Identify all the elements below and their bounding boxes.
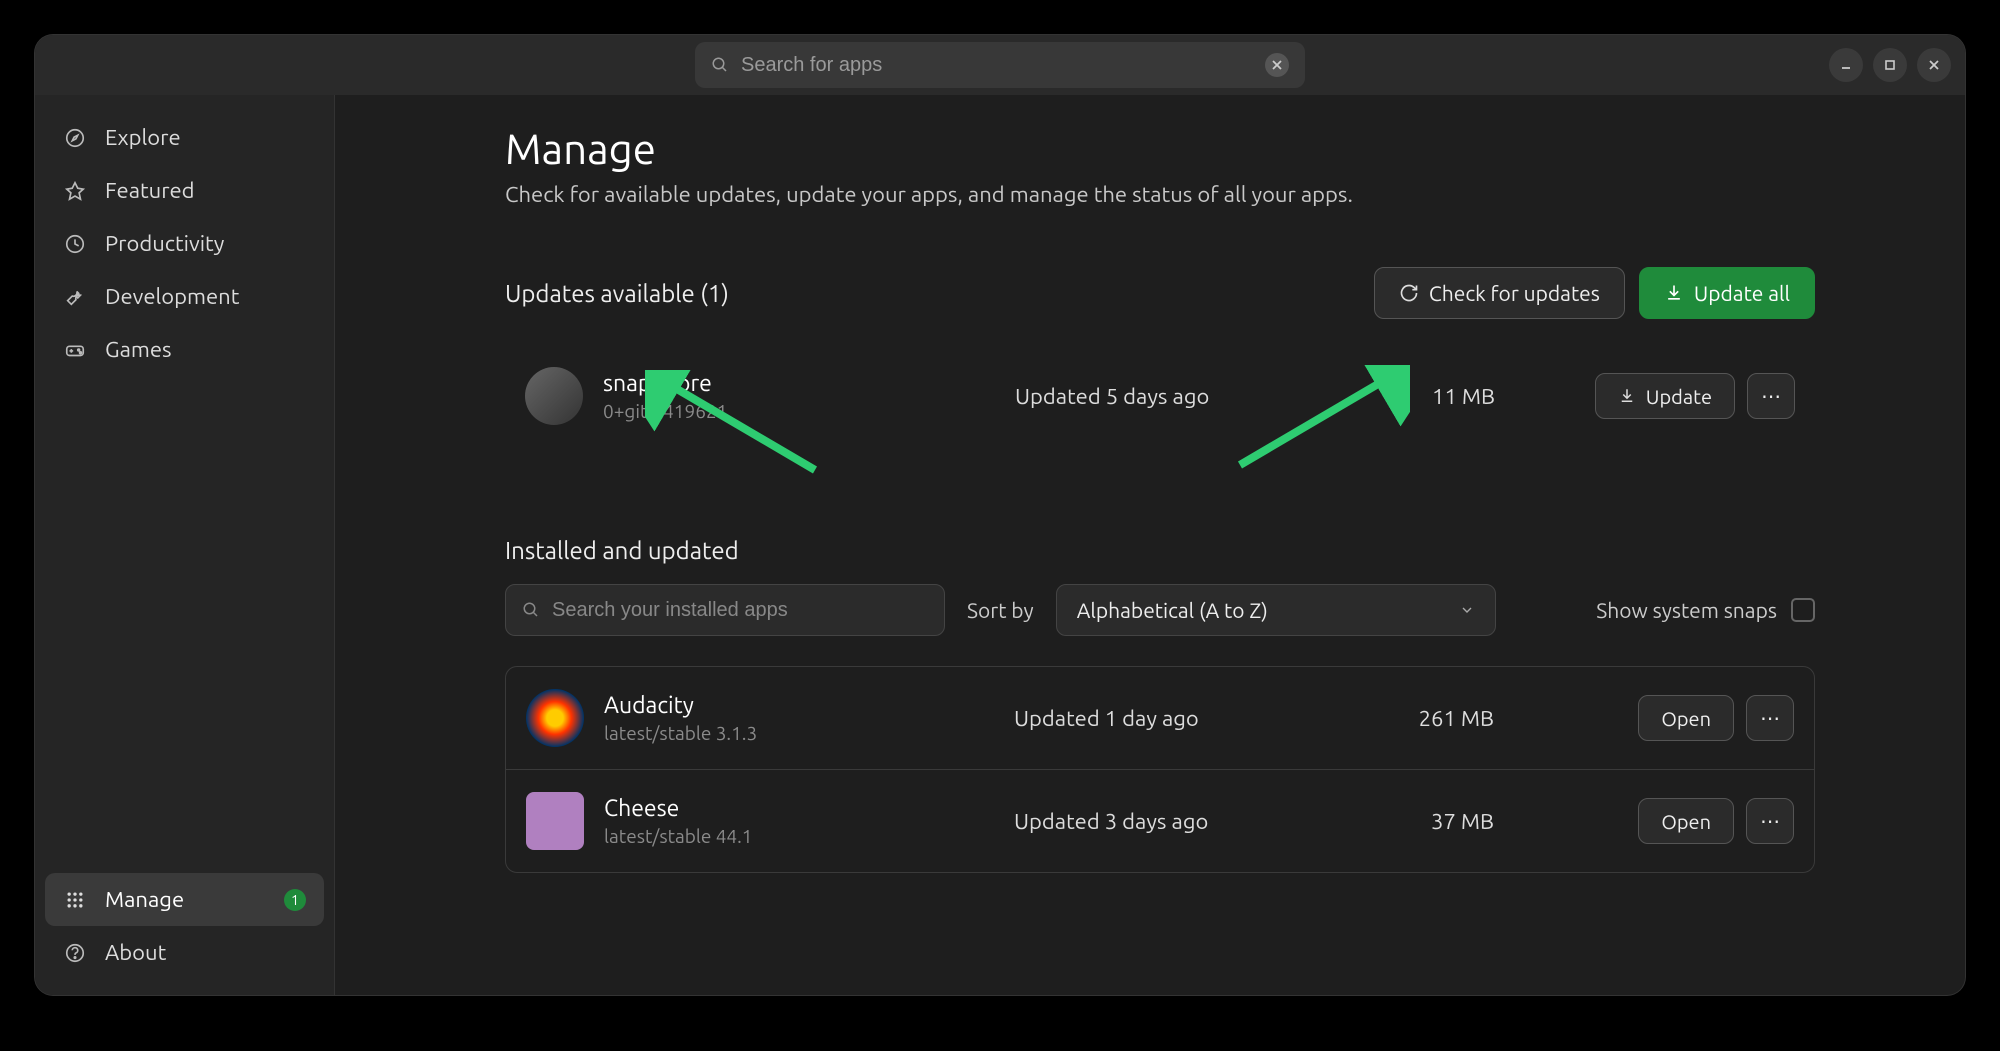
- app-name: snap-store: [603, 371, 727, 396]
- installed-search-input[interactable]: [552, 599, 928, 622]
- star-icon: [63, 180, 87, 202]
- check-updates-button[interactable]: Check for updates: [1374, 267, 1625, 319]
- global-search[interactable]: [695, 42, 1305, 88]
- question-icon: [63, 942, 87, 964]
- more-button[interactable]: ⋯: [1747, 373, 1795, 419]
- app-version: latest/stable 44.1: [604, 825, 753, 847]
- clear-search-icon[interactable]: [1265, 53, 1289, 77]
- sidebar-item-label: Manage: [105, 887, 184, 912]
- open-button[interactable]: Open: [1638, 798, 1734, 844]
- more-button[interactable]: ⋯: [1746, 695, 1794, 741]
- open-button[interactable]: Open: [1638, 695, 1734, 741]
- search-icon: [711, 56, 729, 74]
- app-icon-snap-store: [525, 367, 583, 425]
- compass-icon: [63, 127, 87, 149]
- filter-row: Sort by Alphabetical (A to Z) Show syste…: [505, 584, 1815, 636]
- app-row[interactable]: Audacity latest/stable 3.1.3 Updated 1 d…: [506, 667, 1814, 770]
- close-button[interactable]: [1917, 48, 1951, 82]
- show-system-snaps[interactable]: Show system snaps: [1596, 598, 1815, 622]
- sort-label: Sort by: [967, 598, 1034, 622]
- show-system-checkbox[interactable]: [1791, 598, 1815, 622]
- app-name: Cheese: [604, 796, 753, 821]
- button-label: Update all: [1694, 281, 1790, 305]
- download-icon: [1618, 387, 1636, 405]
- clock-icon: [63, 233, 87, 255]
- update-row: snap-store 0+git.1419621 Updated 5 days …: [505, 345, 1815, 447]
- sidebar-item-about[interactable]: About: [45, 926, 324, 979]
- app-window: Explore Featured Productivity Developmen…: [35, 35, 1965, 995]
- sidebar-item-games[interactable]: Games: [45, 323, 324, 376]
- button-label: Open: [1661, 810, 1711, 833]
- app-version: 0+git.1419621: [603, 400, 727, 422]
- minimize-button[interactable]: [1829, 48, 1863, 82]
- updates-section-header: Updates available (1) Check for updates …: [505, 267, 1815, 319]
- sidebar-item-label: Development: [105, 284, 239, 309]
- app-icon-audacity: [526, 689, 584, 747]
- page-title: Manage: [505, 125, 1815, 172]
- wrench-icon: [63, 286, 87, 308]
- app-row[interactable]: Cheese latest/stable 44.1 Updated 3 days…: [506, 770, 1814, 872]
- page-subtitle: Check for available updates, update your…: [505, 182, 1815, 207]
- global-search-input[interactable]: [741, 54, 1253, 77]
- grid-icon: [63, 890, 87, 910]
- sort-value: Alphabetical (A to Z): [1077, 598, 1268, 622]
- sidebar-item-label: Featured: [105, 178, 195, 203]
- update-button[interactable]: Update: [1595, 373, 1735, 419]
- button-label: Update: [1646, 385, 1712, 408]
- sort-select[interactable]: Alphabetical (A to Z): [1056, 584, 1496, 636]
- sidebar-item-label: Games: [105, 337, 172, 362]
- app-name: Audacity: [604, 693, 757, 718]
- update-all-button[interactable]: Update all: [1639, 267, 1815, 319]
- ellipsis-icon: ⋯: [1760, 706, 1780, 730]
- sidebar-item-featured[interactable]: Featured: [45, 164, 324, 217]
- app-size: 37 MB: [1314, 809, 1494, 834]
- sidebar-item-label: Productivity: [105, 231, 224, 256]
- ellipsis-icon: ⋯: [1760, 809, 1780, 833]
- checkbox-label-text: Show system snaps: [1596, 598, 1777, 622]
- app-updated: Updated 3 days ago: [1014, 809, 1314, 834]
- search-icon: [522, 601, 540, 619]
- app-icon-cheese: [526, 792, 584, 850]
- main-content: Manage Check for available updates, upda…: [335, 95, 1965, 995]
- app-size: 261 MB: [1314, 706, 1494, 731]
- download-icon: [1664, 283, 1684, 303]
- chevron-down-icon: [1459, 602, 1475, 618]
- ellipsis-icon: ⋯: [1761, 384, 1781, 408]
- sidebar-item-explore[interactable]: Explore: [45, 111, 324, 164]
- app-size: 11 MB: [1315, 384, 1495, 409]
- sidebar-item-label: Explore: [105, 125, 181, 150]
- installed-app-list: Audacity latest/stable 3.1.3 Updated 1 d…: [505, 666, 1815, 873]
- installed-search[interactable]: [505, 584, 945, 636]
- gamepad-icon: [63, 339, 87, 361]
- more-button[interactable]: ⋯: [1746, 798, 1794, 844]
- window-controls: [1829, 48, 1951, 82]
- app-updated: Updated 1 day ago: [1014, 706, 1314, 731]
- sidebar: Explore Featured Productivity Developmen…: [35, 95, 335, 995]
- app-updated: Updated 5 days ago: [1015, 384, 1315, 409]
- maximize-button[interactable]: [1873, 48, 1907, 82]
- sidebar-item-manage[interactable]: Manage 1: [45, 873, 324, 926]
- titlebar: [35, 35, 1965, 95]
- button-label: Open: [1661, 707, 1711, 730]
- sidebar-item-development[interactable]: Development: [45, 270, 324, 323]
- refresh-icon: [1399, 283, 1419, 303]
- sidebar-item-productivity[interactable]: Productivity: [45, 217, 324, 270]
- app-version: latest/stable 3.1.3: [604, 722, 757, 744]
- updates-badge: 1: [284, 889, 306, 911]
- sidebar-item-label: About: [105, 940, 166, 965]
- updates-heading: Updates available (1): [505, 280, 729, 307]
- button-label: Check for updates: [1429, 281, 1600, 305]
- installed-heading: Installed and updated: [505, 537, 1815, 564]
